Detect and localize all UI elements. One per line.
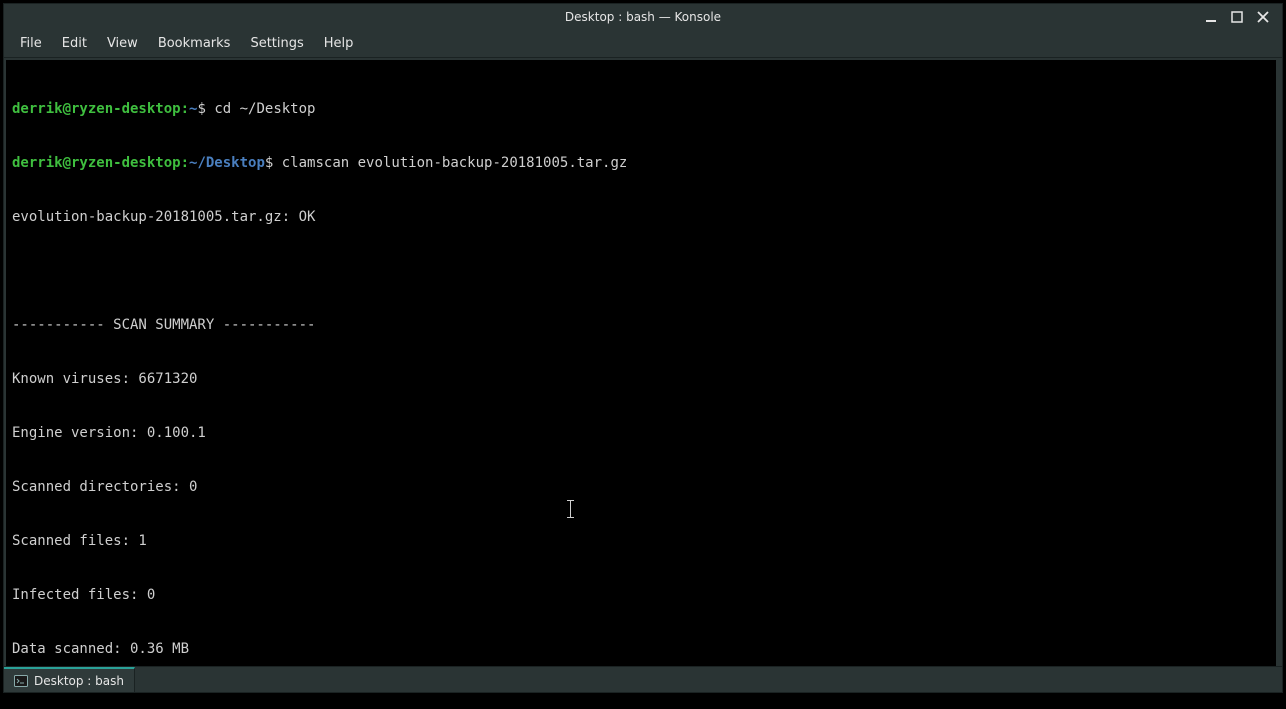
terminal-output: evolution-backup-20181005.tar.gz: OK: [12, 208, 1270, 226]
ibeam-cursor-icon: [566, 500, 575, 518]
menubar: File Edit View Bookmarks Settings Help: [4, 30, 1282, 58]
maximize-icon: [1231, 11, 1243, 23]
terminal-area[interactable]: derrik@ryzen-desktop:~$ cd ~/Desktop der…: [6, 60, 1276, 666]
tabbar: Desktop : bash: [4, 666, 1282, 692]
terminal-output: Data scanned: 0.36 MB: [12, 640, 1270, 658]
prompt-colon: :: [181, 155, 189, 171]
terminal-line: derrik@ryzen-desktop:~$ cd ~/Desktop: [12, 100, 1270, 118]
menu-help[interactable]: Help: [316, 33, 362, 54]
close-icon: [1257, 11, 1269, 23]
window-controls: [1202, 4, 1278, 30]
terminal-output: ----------- SCAN SUMMARY -----------: [12, 316, 1270, 334]
terminal-line: derrik@ryzen-desktop:~/Desktop$ clamscan…: [12, 154, 1270, 172]
menu-view[interactable]: View: [99, 33, 146, 54]
prompt-userhost: derrik@ryzen-desktop: [12, 101, 181, 117]
tab-label: Desktop : bash: [34, 674, 124, 688]
command-text: clamscan evolution-backup-20181005.tar.g…: [282, 155, 628, 171]
terminal-output: Scanned files: 1: [12, 532, 1270, 550]
tab-desktop-bash[interactable]: Desktop : bash: [4, 667, 135, 692]
menu-file[interactable]: File: [12, 33, 50, 54]
command-text: cd ~/Desktop: [214, 101, 315, 117]
minimize-button[interactable]: [1202, 8, 1220, 26]
minimize-icon: [1205, 11, 1217, 23]
close-button[interactable]: [1254, 8, 1272, 26]
menu-bookmarks[interactable]: Bookmarks: [150, 33, 239, 54]
terminal-output: [12, 262, 1270, 280]
terminal-icon: [14, 674, 28, 688]
prompt-userhost: derrik@ryzen-desktop: [12, 155, 181, 171]
terminal-output: Known viruses: 6671320: [12, 370, 1270, 388]
titlebar: Desktop : bash — Konsole: [4, 4, 1282, 30]
terminal-output: Scanned directories: 0: [12, 478, 1270, 496]
window-title: Desktop : bash — Konsole: [565, 10, 721, 24]
maximize-button[interactable]: [1228, 8, 1246, 26]
prompt-dollar: $: [197, 101, 205, 117]
prompt-dollar: $: [265, 155, 273, 171]
prompt-colon: :: [181, 101, 189, 117]
terminal-output: Infected files: 0: [12, 586, 1270, 604]
menu-edit[interactable]: Edit: [54, 33, 95, 54]
konsole-window: Desktop : bash — Konsole File Edit View …: [3, 3, 1283, 693]
terminal-output: Engine version: 0.100.1: [12, 424, 1270, 442]
prompt-path: ~/Desktop: [189, 155, 265, 171]
menu-settings[interactable]: Settings: [242, 33, 311, 54]
